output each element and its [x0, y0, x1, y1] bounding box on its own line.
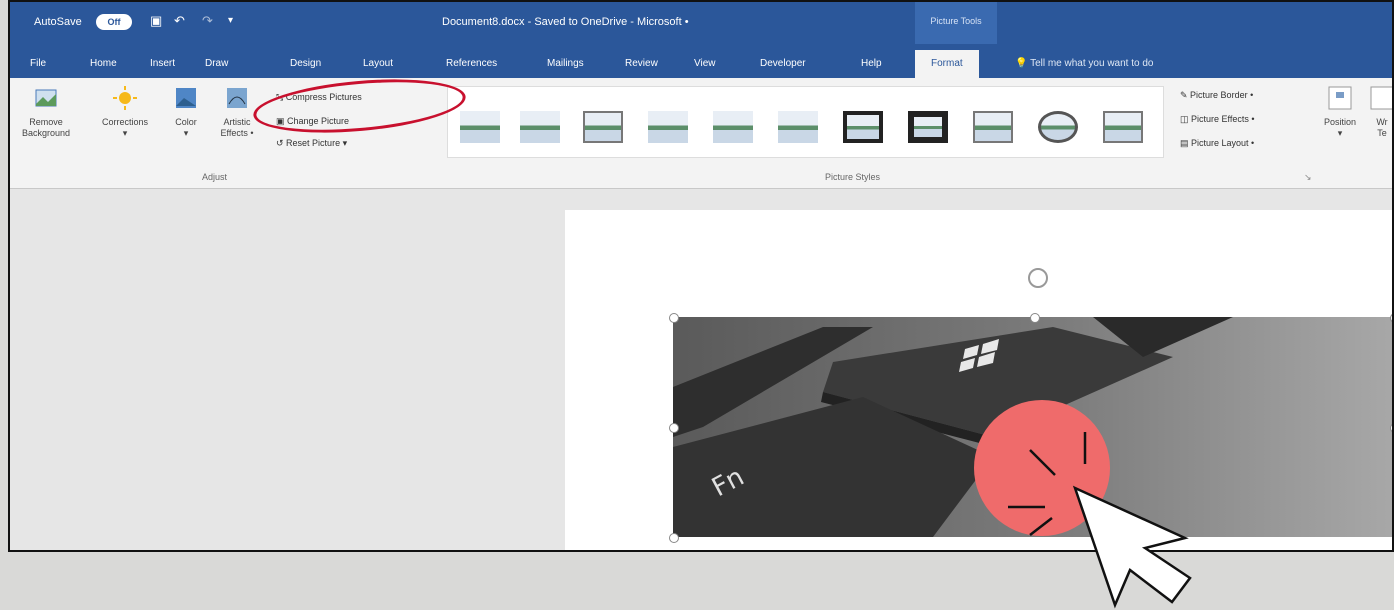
reset-picture-button[interactable]: ↺ Reset Picture ▾: [276, 138, 347, 149]
customize-qat-icon[interactable]: ▾: [228, 13, 242, 29]
picture-tools-label: Picture Tools: [930, 16, 982, 26]
style-thumb[interactable]: [973, 111, 1013, 143]
tab-insert[interactable]: Insert: [150, 58, 175, 69]
tab-file[interactable]: File: [30, 58, 46, 69]
tab-layout[interactable]: Layout: [363, 58, 393, 69]
tab-developer[interactable]: Developer: [760, 58, 806, 69]
title-bar: AutoSave Off ▣ ↶ ↷ ▾ Document8.docx - Sa…: [10, 2, 1392, 44]
picture-effects-button[interactable]: ◫ Picture Effects •: [1180, 114, 1255, 125]
style-thumb[interactable]: [583, 111, 623, 143]
picture-styles-group-label: Picture Styles: [825, 172, 881, 182]
rotate-handle[interactable]: [1028, 268, 1048, 288]
style-thumb[interactable]: [1038, 111, 1078, 143]
style-thumb[interactable]: [713, 111, 753, 143]
tab-references[interactable]: References: [446, 58, 497, 69]
autosave-toggle[interactable]: Off: [96, 14, 132, 30]
color-button[interactable]: Color ▾: [170, 86, 202, 139]
sun-icon: [113, 86, 137, 110]
tab-mailings[interactable]: Mailings: [547, 58, 584, 69]
artistic-effects-label: Artistic Effects •: [220, 117, 254, 138]
tab-home[interactable]: Home: [90, 58, 117, 69]
cursor-arrow-icon: [1008, 432, 1192, 609]
resize-handle[interactable]: [669, 313, 679, 323]
wrap-text-label: Wr Te: [1376, 117, 1388, 138]
tell-me-box[interactable]: 💡 Tell me what you want to do: [1015, 58, 1153, 69]
picture-border-label: Picture Border •: [1190, 90, 1254, 100]
position-icon: [1328, 86, 1352, 110]
dialog-launcher-icon[interactable]: ↘: [1304, 172, 1312, 183]
artistic-effects-icon: [227, 88, 247, 108]
remove-background-icon: [35, 89, 57, 107]
tab-draw[interactable]: Draw: [205, 58, 228, 69]
color-icon: [176, 88, 196, 108]
corrections-label: Corrections: [101, 117, 148, 127]
wrap-text-button[interactable]: Wr Te: [1370, 86, 1392, 139]
style-thumb[interactable]: [778, 111, 818, 143]
resize-handle[interactable]: [1390, 313, 1392, 323]
resize-handle[interactable]: [1030, 313, 1040, 323]
picture-border-button[interactable]: ✎ Picture Border •: [1180, 90, 1253, 101]
picture-layout-icon: ▤: [1180, 138, 1192, 148]
redo-icon[interactable]: ↷: [202, 13, 216, 29]
picture-effects-label: Picture Effects •: [1191, 114, 1255, 124]
tab-design[interactable]: Design: [290, 58, 321, 69]
adjust-group-label: Adjust: [202, 172, 228, 182]
tell-me-text: Tell me what you want to do: [1030, 58, 1154, 69]
color-dropdown-icon: ▾: [183, 128, 189, 138]
picture-layout-button[interactable]: ▤ Picture Layout •: [1180, 138, 1254, 149]
resize-handle[interactable]: [669, 423, 679, 433]
picture-tools-context: Picture Tools: [915, 2, 997, 44]
resize-handle[interactable]: [669, 533, 679, 543]
corrections-dropdown-icon: ▾: [122, 128, 128, 138]
position-label: Position: [1323, 117, 1357, 127]
autosave-label: AutoSave: [34, 16, 82, 28]
remove-background-label: Remove Background: [21, 117, 71, 138]
picture-effects-icon: ◫: [1180, 114, 1192, 124]
position-dropdown-icon: ▾: [1337, 128, 1343, 138]
tab-format[interactable]: Format: [915, 50, 979, 78]
corrections-button[interactable]: Corrections ▾: [95, 86, 155, 139]
reset-dropdown-icon: ▾: [340, 138, 348, 148]
undo-icon[interactable]: ↶: [174, 13, 188, 29]
ribbon: Remove Background Corrections ▾ Color ▾ …: [10, 78, 1392, 189]
style-thumb[interactable]: [908, 111, 948, 143]
style-thumb[interactable]: [1103, 111, 1143, 143]
tab-view[interactable]: View: [694, 58, 716, 69]
remove-background-button[interactable]: Remove Background: [16, 86, 76, 139]
picture-styles-gallery: [447, 86, 1164, 158]
picture-layout-label: Picture Layout •: [1191, 138, 1255, 148]
reset-picture-label: Reset Picture: [286, 138, 341, 148]
position-button[interactable]: Position ▾: [1320, 86, 1360, 139]
wrap-text-icon: [1370, 86, 1392, 110]
style-thumb[interactable]: [460, 111, 500, 143]
tab-help[interactable]: Help: [861, 58, 882, 69]
ribbon-tabs: File Home Insert Draw Design Layout Refe…: [10, 44, 1392, 78]
color-label: Color: [175, 117, 197, 127]
document-title: Document8.docx - Saved to OneDrive - Mic…: [442, 16, 689, 28]
save-icon[interactable]: ▣: [150, 13, 164, 29]
style-thumb[interactable]: [648, 111, 688, 143]
picture-border-icon: ✎: [1180, 90, 1191, 100]
artistic-effects-button[interactable]: Artistic Effects •: [217, 86, 257, 139]
tab-review[interactable]: Review: [625, 58, 658, 69]
lightbulb-icon: 💡: [1015, 58, 1031, 69]
style-thumb[interactable]: [843, 111, 883, 143]
reset-picture-icon: ↺: [276, 138, 287, 148]
resize-handle[interactable]: [1390, 423, 1392, 433]
style-thumb[interactable]: [520, 111, 560, 143]
